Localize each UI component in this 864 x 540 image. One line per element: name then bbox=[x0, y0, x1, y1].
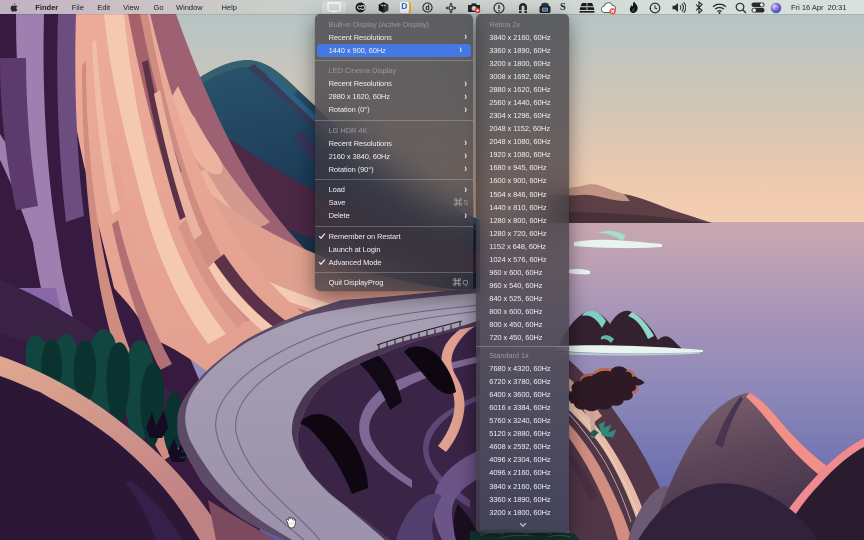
svg-text:d: d bbox=[425, 5, 429, 12]
